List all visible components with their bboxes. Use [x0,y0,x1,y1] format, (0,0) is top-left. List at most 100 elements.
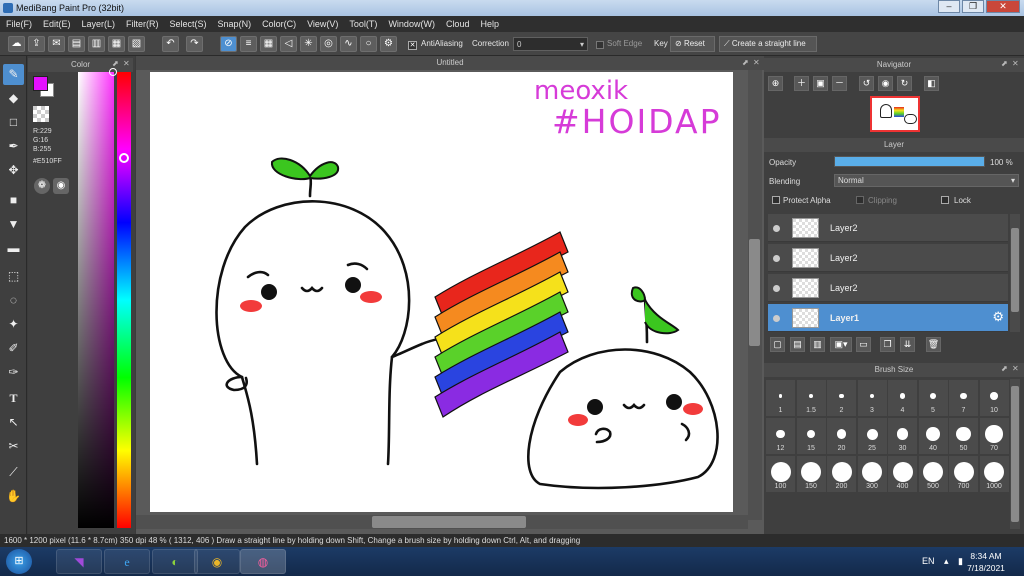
trash-icon[interactable]: 🗑 [926,337,941,352]
brush-size-option[interactable]: 400 [888,456,917,492]
fill-rect-tool-icon[interactable]: ■ [3,190,24,211]
gradient-tool-icon[interactable]: ▬ [3,238,24,259]
menu-cloud[interactable]: Cloud [446,19,470,29]
correction-select[interactable]: 0 ▾ [513,37,588,51]
menu-snap[interactable]: Snap(N) [218,19,252,29]
palette-icon[interactable]: ❁ [34,178,50,194]
brush-size-option[interactable]: 500 [918,456,948,492]
brush-size-option[interactable]: 30 [888,418,917,454]
magic-wand-tool-icon[interactable]: ✦ [3,314,24,335]
brush-size-option[interactable]: 200 [827,456,856,492]
bucket-tool-icon[interactable]: ▼ [3,214,24,235]
menu-tool[interactable]: Tool(T) [349,19,377,29]
brush-tool-icon[interactable]: ✎ [3,64,24,85]
fit-window-icon[interactable]: ▣ [813,76,828,91]
coccoc-browser-icon[interactable]: ◐ [152,549,198,574]
float-icon[interactable]: ⬈ [1001,364,1008,373]
float-icon[interactable]: ⬈ [1001,59,1008,68]
clipping-checkbox[interactable] [856,196,864,204]
brush-size-option[interactable]: 2 [827,380,856,416]
brush-size-option[interactable]: 100 [766,456,795,492]
undo-icon[interactable]: ↶ [162,36,179,52]
brush-size-option[interactable]: 1.5 [796,380,826,416]
blending-select[interactable]: Normal ▾ [834,174,1019,187]
brush-size-option[interactable]: 7 [949,380,978,416]
divide-tool-icon[interactable]: ✂ [3,436,24,457]
vertical-scroll-thumb[interactable] [749,239,760,346]
brush-size-option[interactable]: 10 [979,380,1009,416]
curve-snap-icon[interactable]: ∿ [340,36,357,52]
layer-settings-gear-icon[interactable]: ⚙ [992,309,1004,325]
folder-icon[interactable]: ▭ [856,337,871,352]
menu-filter[interactable]: Filter(R) [126,19,159,29]
layer-row[interactable]: Layer2 [768,244,1008,272]
horizontal-scroll-thumb[interactable] [372,516,526,528]
vanishing-snap-icon[interactable]: ◁ [280,36,297,52]
layer-row-selected[interactable]: Layer1 ⚙ [768,304,1008,332]
foreground-color-swatch[interactable] [33,76,48,91]
document-icon[interactable]: ▥ [88,36,105,52]
saturation-brightness-picker[interactable] [78,72,114,528]
brush-size-option[interactable]: 40 [918,418,948,454]
snap-settings-icon[interactable]: ⚙ [380,36,397,52]
brush-size-option[interactable]: 700 [949,456,978,492]
language-indicator[interactable]: EN [922,556,935,566]
duplicate-layer-icon[interactable]: ❐ [880,337,895,352]
brush-size-option[interactable]: 12 [766,418,795,454]
menu-edit[interactable]: Edit(E) [43,19,71,29]
color-history-icon[interactable]: ◉ [53,178,69,194]
chat-icon[interactable]: ▤ [68,36,85,52]
close-button[interactable]: ✕ [986,0,1020,13]
radial-snap-icon[interactable]: ✳ [300,36,317,52]
brush-size-option[interactable]: 20 [827,418,856,454]
navigator-preview[interactable] [870,96,920,132]
visibility-eye-icon[interactable] [773,285,780,292]
brush-size-option[interactable]: 1000 [979,456,1009,492]
create-straight-line-button[interactable]: ⟋ Create a straight line [719,36,817,52]
merge-down-icon[interactable]: ⇊ [900,337,915,352]
menu-layer[interactable]: Layer(L) [82,19,116,29]
pen-tool-icon[interactable]: ✒ [3,136,24,157]
new-8bit-layer-icon[interactable]: ▥ [810,337,825,352]
transparent-swatch[interactable] [33,106,49,122]
operation-tool-icon[interactable]: ↖ [3,412,24,433]
new-halftone-layer-icon[interactable]: ▤ [790,337,805,352]
reset-rotation-icon[interactable]: ◉ [878,76,893,91]
redo-icon[interactable]: ↷ [186,36,203,52]
soft-edge-checkbox[interactable] [596,41,604,49]
lock-checkbox[interactable] [941,196,949,204]
visibility-eye-icon[interactable] [773,225,780,232]
reset-button[interactable]: ⊘ Reset [670,36,715,52]
brush-size-option[interactable]: 3 [857,380,887,416]
close-panel-icon[interactable]: ✕ [123,59,130,68]
brush-size-option[interactable]: 300 [857,456,887,492]
share-icon[interactable]: ⇪ [28,36,45,52]
clock-date[interactable]: 7/18/2021 [962,562,1010,574]
menu-help[interactable]: Help [480,19,499,29]
visibility-eye-icon[interactable] [773,315,780,322]
eyedropper-tool-icon[interactable]: ⟋ [3,462,24,483]
opacity-slider[interactable] [834,156,985,167]
ellipse-snap-icon[interactable]: ○ [360,36,377,52]
protect-alpha-checkbox[interactable] [772,196,780,204]
hue-slider[interactable] [117,72,131,528]
rotate-right-icon[interactable]: ↻ [897,76,912,91]
zoom-fit-icon[interactable]: ⊕ [768,76,783,91]
clock-time[interactable]: 8:34 AM [962,550,1010,562]
cloud-icon[interactable]: ☁ [8,36,25,52]
hue-cursor[interactable] [119,153,129,163]
brush-size-option[interactable]: 5 [918,380,948,416]
text-tool-icon[interactable]: T [3,388,24,409]
select-eraser-tool-icon[interactable]: ✑ [3,362,24,383]
brush-size-option[interactable]: 25 [857,418,887,454]
menu-file[interactable]: File(F) [6,19,32,29]
zoom-in-icon[interactable]: ＋ [794,76,809,91]
minimize-button[interactable]: – [938,0,960,13]
drawing-canvas[interactable]: meoxik #HOIDAP [150,72,733,512]
circle-snap-icon[interactable]: ◎ [320,36,337,52]
close-panel-icon[interactable]: ✕ [1012,59,1019,68]
brush-size-option[interactable]: 50 [949,418,978,454]
brush-scroll-thumb[interactable] [1011,386,1019,522]
menu-color[interactable]: Color(C) [262,19,296,29]
tray-arrow-icon[interactable]: ▴ [944,556,949,567]
